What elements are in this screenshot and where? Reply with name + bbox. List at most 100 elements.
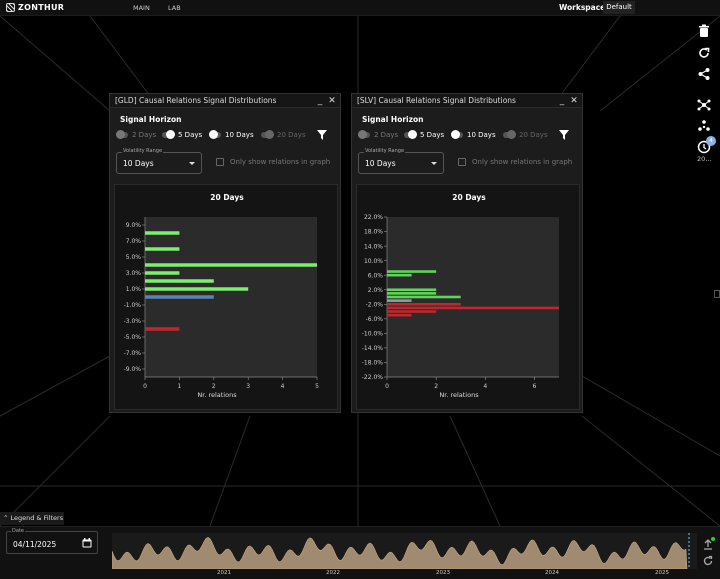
- toggle-5-days[interactable]: 5 Days: [162, 130, 202, 139]
- chart-title: 20 Days: [452, 193, 486, 202]
- chevron-down-icon: [431, 162, 437, 165]
- year-tick: 2024: [545, 570, 559, 576]
- gld-panel-title[interactable]: [GLD] Causal Relations Signal Distributi…: [110, 94, 340, 108]
- volatility-range-select[interactable]: Volatility Range 10 Days: [116, 148, 202, 174]
- y-tick-label: 2.0%: [368, 287, 384, 294]
- bar[interactable]: [387, 302, 461, 306]
- y-tick-label: -3.0%: [124, 318, 142, 325]
- nav-main[interactable]: MAIN: [133, 4, 150, 12]
- workspace-select[interactable]: Default: [603, 1, 635, 14]
- y-tick-label: -7.0%: [124, 350, 142, 357]
- toggle-10-days[interactable]: 10 Days: [209, 130, 254, 139]
- x-axis-label: Nr. relations: [439, 391, 479, 399]
- bar[interactable]: [387, 270, 437, 273]
- gld-chart: 20 Days 9.0% 7.0% 5.0% 3.0% 1.0% -1.0% -3.0% -5.…: [114, 184, 338, 410]
- slv-panel-title[interactable]: [SLV] Causal Relations Signal Distributi…: [352, 94, 582, 108]
- only-relations-checkbox[interactable]: Only show relations in graph: [458, 158, 572, 166]
- y-tick-label: 3.0%: [126, 270, 142, 277]
- bar[interactable]: [145, 263, 317, 267]
- clock-badge: 4: [706, 136, 716, 146]
- date-input[interactable]: Date 04/11/2025: [6, 528, 98, 554]
- y-tick-label: -9.0%: [124, 366, 142, 373]
- brand-logo[interactable]: ZONTHUR: [6, 3, 64, 12]
- bar[interactable]: [387, 306, 559, 310]
- chart-title: 20 Days: [210, 193, 244, 202]
- network-icon[interactable]: [697, 98, 711, 112]
- toggle-20-days[interactable]: 20 Days: [261, 130, 306, 139]
- slv-panel: [SLV] Causal Relations Signal Distributi…: [351, 93, 583, 413]
- volatility-range-label: Volatility Range: [122, 148, 164, 154]
- y-tick-label: 5.0%: [126, 254, 142, 261]
- x-tick-label: 0: [143, 383, 147, 390]
- x-tick-label: 1: [177, 383, 181, 390]
- close-icon[interactable]: ✕: [569, 95, 579, 107]
- date-value: 04/11/2025: [13, 540, 57, 549]
- y-tick-label: -6.0%: [366, 316, 384, 323]
- bar[interactable]: [387, 310, 437, 313]
- bar[interactable]: [145, 247, 180, 251]
- y-tick-label: -14.0%: [362, 345, 384, 352]
- nav-lab[interactable]: LAB: [168, 4, 181, 12]
- toggle-10-days[interactable]: 10 Days: [451, 130, 496, 139]
- y-tick-label: 9.0%: [126, 222, 142, 229]
- right-toolbar: 4: [693, 16, 720, 196]
- bar[interactable]: [145, 327, 180, 331]
- x-tick-label: 4: [281, 383, 285, 390]
- y-tick-label: -22.0%: [362, 374, 384, 381]
- bar[interactable]: [145, 231, 180, 235]
- chevron-up-icon: ⌃: [3, 514, 11, 522]
- reset-icon[interactable]: [702, 555, 714, 567]
- bar[interactable]: [387, 288, 437, 292]
- gld-panel: [GLD] Causal Relations Signal Distributi…: [109, 93, 341, 413]
- bar[interactable]: [145, 295, 214, 299]
- filter-icon[interactable]: [559, 130, 569, 140]
- bar[interactable]: [145, 271, 180, 275]
- only-relations-checkbox[interactable]: Only show relations in graph: [216, 158, 330, 166]
- filter-icon[interactable]: [317, 130, 327, 140]
- x-tick-label: 2: [212, 383, 216, 390]
- side-drawer-handle[interactable]: [714, 290, 720, 298]
- toggle-20-days[interactable]: 20 Days: [503, 130, 548, 139]
- toggle-2-days[interactable]: 2 Days: [358, 130, 398, 139]
- y-tick-label: 22.0%: [364, 214, 383, 221]
- y-tick-label: -10.0%: [362, 331, 384, 338]
- top-bar: ZONTHUR MAIN LAB Workspace: Default: [0, 0, 720, 16]
- toggle-5-days[interactable]: 5 Days: [404, 130, 444, 139]
- x-tick-label: 0: [385, 383, 389, 390]
- minimize-icon[interactable]: _: [315, 95, 325, 107]
- y-tick-label: 6.0%: [368, 272, 384, 279]
- bar[interactable]: [387, 313, 412, 317]
- volatility-range-value: 10 Days: [123, 159, 154, 168]
- clock-label: 20...: [697, 155, 712, 163]
- bottom-bar: Date 04/11/2025 2021 2022 2023 2024 2025: [0, 526, 720, 579]
- bar[interactable]: [387, 295, 461, 299]
- year-tick: 2021: [217, 570, 231, 576]
- trash-icon[interactable]: [697, 24, 711, 38]
- cluster-icon[interactable]: [697, 119, 711, 133]
- y-tick-label: 14.0%: [364, 243, 383, 250]
- close-icon[interactable]: ✕: [327, 95, 337, 107]
- timeline-controls: [702, 537, 716, 573]
- year-tick: 2023: [436, 570, 450, 576]
- legend-filters-tab[interactable]: ⌃ Legend & Filters: [0, 512, 64, 525]
- x-tick-label: 5: [315, 383, 319, 390]
- x-tick-label: 4: [483, 383, 487, 390]
- minimize-icon[interactable]: _: [557, 95, 567, 107]
- price-timeline[interactable]: [112, 533, 697, 569]
- bar[interactable]: [387, 292, 437, 295]
- calendar-icon[interactable]: [82, 538, 92, 548]
- bar[interactable]: [145, 279, 214, 283]
- refresh-icon[interactable]: [697, 46, 711, 60]
- bar[interactable]: [387, 273, 412, 277]
- bar[interactable]: [387, 299, 412, 302]
- share-icon[interactable]: [697, 67, 711, 81]
- volatility-range-select[interactable]: Volatility Range 10 Days: [358, 148, 444, 174]
- volatility-range-value: 10 Days: [365, 159, 396, 168]
- bar[interactable]: [145, 287, 249, 291]
- y-tick-label: -18.0%: [362, 360, 384, 367]
- year-tick: 2025: [655, 570, 669, 576]
- y-tick-label: 7.0%: [126, 238, 142, 245]
- brand-name: ZONTHUR: [18, 3, 65, 12]
- toggle-2-days[interactable]: 2 Days: [116, 130, 156, 139]
- slv-chart: 20 Days 22.0% 18.0% 14.0% 10.0% 6.0% 2.0% -2.0%…: [356, 184, 580, 410]
